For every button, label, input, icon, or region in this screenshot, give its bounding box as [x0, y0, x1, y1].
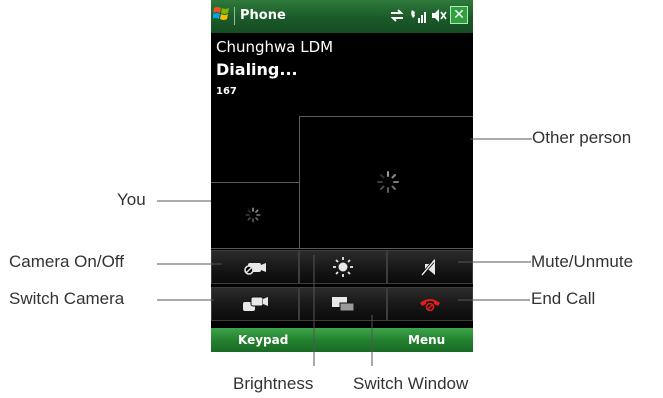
- callout-end-call: End Call: [531, 289, 596, 308]
- callout-you: You: [117, 190, 146, 209]
- callout-brightness: Brightness: [233, 374, 314, 393]
- callout-other-person: Other person: [532, 128, 632, 147]
- callout-mute-unmute: Mute/Unmute: [531, 252, 634, 271]
- callout-switch-window: Switch Window: [353, 374, 469, 393]
- callout-camera-onoff: Camera On/Off: [9, 252, 124, 271]
- callout-lines: [157, 138, 532, 366]
- callout-switch-camera: Switch Camera: [9, 289, 125, 308]
